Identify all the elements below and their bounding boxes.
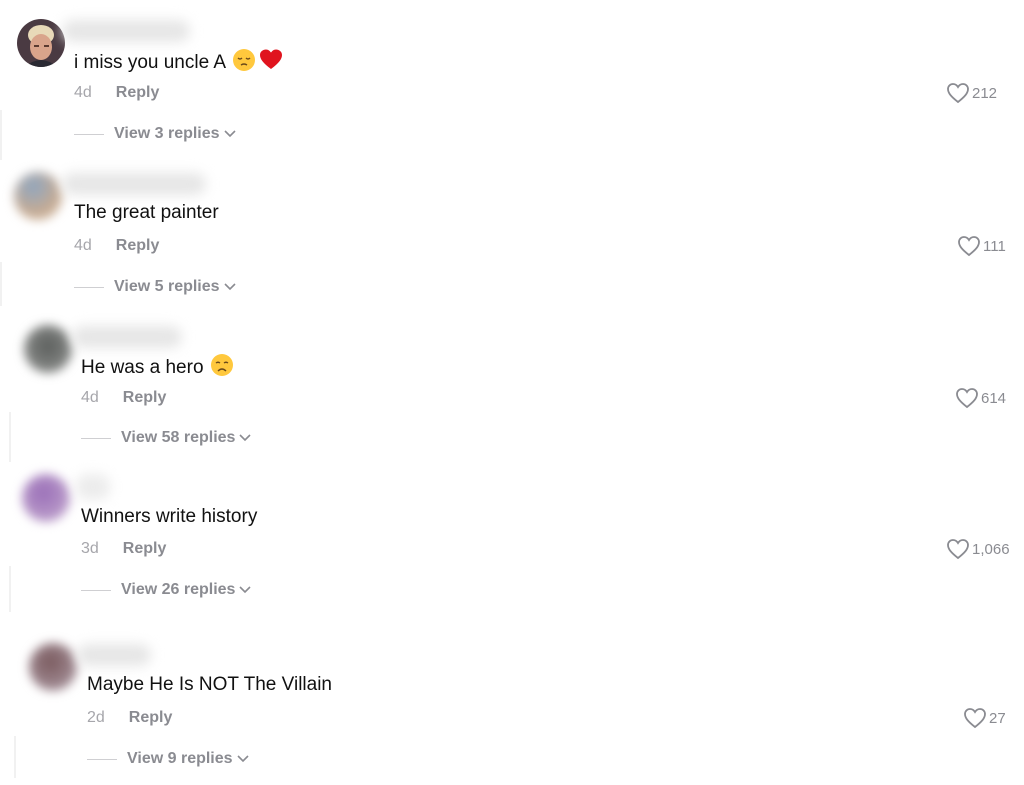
username-blurred[interactable]	[76, 474, 110, 500]
comment-text: Winners write history	[81, 506, 258, 527]
like-button[interactable]: 27	[963, 706, 1006, 730]
reply-button[interactable]: Reply	[116, 237, 160, 254]
comment-age: 4d	[74, 237, 92, 254]
edge-divider	[0, 262, 2, 306]
comment-meta: 4d Reply	[81, 388, 166, 408]
edge-divider	[9, 566, 11, 612]
view-replies-button[interactable]: View 58 replies	[81, 428, 252, 448]
avatar[interactable]	[22, 474, 70, 522]
reply-button[interactable]: Reply	[123, 540, 167, 557]
chevron-down-icon	[239, 586, 252, 594]
avatar[interactable]	[24, 325, 72, 373]
like-count: 111	[983, 237, 1006, 255]
like-button[interactable]: 1,066	[946, 537, 1010, 561]
chevron-down-icon	[239, 434, 252, 442]
view-replies-button[interactable]: View 5 replies	[74, 277, 236, 297]
comment-text: The great painter	[74, 202, 219, 223]
comment-text: Maybe He Is NOT The Villain	[87, 674, 332, 695]
reply-button[interactable]: Reply	[123, 389, 167, 406]
like-count: 1,066	[972, 540, 1010, 558]
view-replies-button[interactable]: View 26 replies	[81, 580, 252, 600]
username-blurred[interactable]	[62, 173, 206, 195]
edge-divider	[14, 736, 16, 778]
view-replies-button[interactable]: View 9 replies	[87, 749, 249, 769]
edge-divider	[0, 110, 2, 160]
edge-divider	[9, 412, 11, 462]
comment-text: He was a hero	[81, 353, 234, 384]
thread-line	[81, 437, 111, 439]
disappointed-face-emoji-icon	[210, 353, 234, 384]
comment-meta: 3d Reply	[81, 539, 166, 559]
username-blurred[interactable]	[72, 326, 182, 348]
username-blurred[interactable]	[77, 644, 151, 666]
avatar[interactable]	[14, 172, 62, 220]
thread-line	[81, 589, 111, 591]
like-button[interactable]: 614	[955, 386, 1006, 410]
avatar[interactable]	[29, 643, 77, 691]
heart-outline-icon	[964, 708, 986, 729]
comment-meta: 4d Reply	[74, 236, 159, 256]
comment-item: Maybe He Is NOT The Villain 2d Reply 27 V…	[0, 0, 1024, 767]
like-count: 614	[981, 389, 1007, 407]
comment-meta: 2d Reply	[87, 708, 172, 728]
chevron-down-icon	[236, 755, 249, 763]
like-count: 27	[989, 709, 1006, 727]
heart-outline-icon	[947, 539, 969, 560]
like-button[interactable]: 111	[957, 234, 1006, 258]
comment-age: 3d	[81, 540, 99, 557]
comment-age: 4d	[81, 389, 99, 406]
heart-outline-icon	[956, 388, 978, 409]
reply-button[interactable]: Reply	[129, 709, 173, 726]
comment-age: 2d	[87, 709, 105, 726]
thread-line	[74, 286, 104, 288]
thread-line	[87, 758, 117, 760]
heart-outline-icon	[958, 236, 980, 257]
chevron-down-icon	[223, 283, 236, 291]
